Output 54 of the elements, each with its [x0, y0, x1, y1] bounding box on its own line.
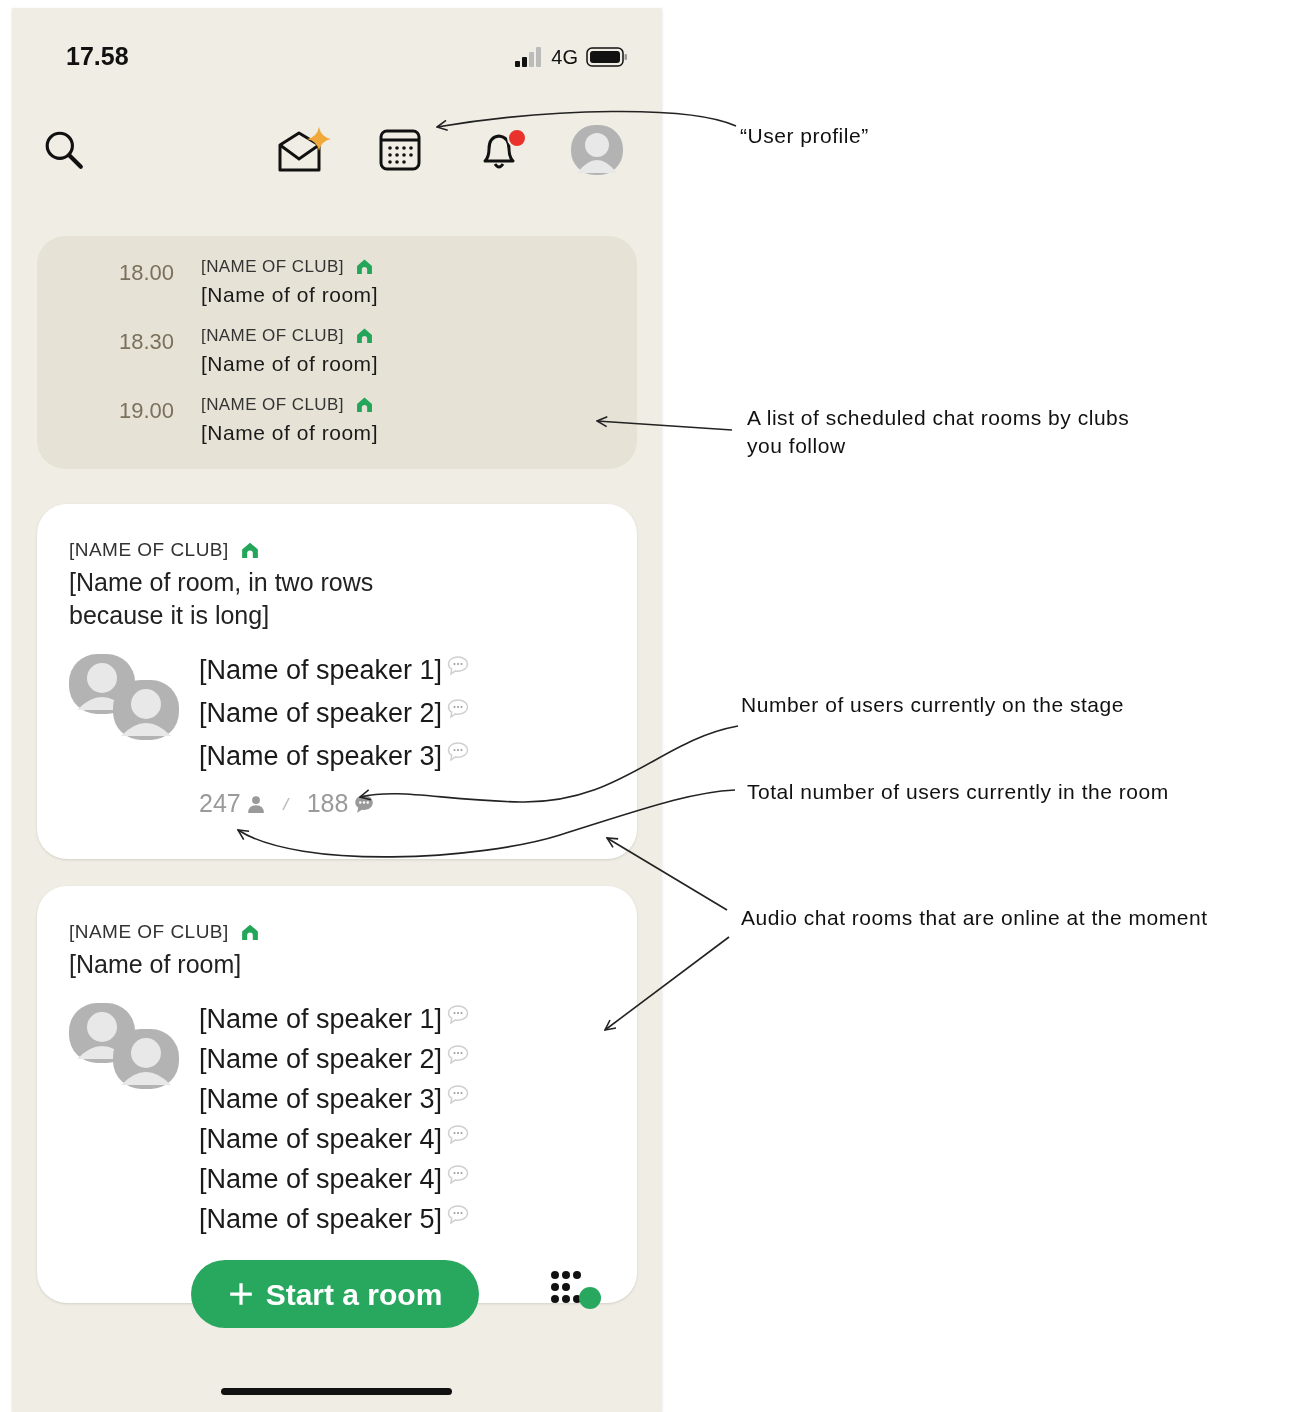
- house-icon: [355, 257, 373, 275]
- speaker-name: [Name of speaker 3]: [199, 740, 443, 772]
- speaker-name: [Name of speaker 4]: [199, 1163, 443, 1195]
- plus-icon: [227, 1281, 254, 1307]
- battery-icon: [586, 46, 628, 67]
- house-icon: [240, 922, 259, 941]
- signal-icon: [515, 46, 544, 67]
- club-name: [NAME OF CLUB]: [201, 255, 344, 278]
- room-card[interactable]: [NAME OF CLUB] [Name of room, in two rows because it is long] [Name of speaker 1] [Name of speaker 2] [Name of speaker 3] 247 188: [37, 503, 637, 859]
- scheduled-time: 19.00: [119, 396, 176, 425]
- speaker-name: [Name of speaker 3]: [199, 1083, 443, 1115]
- chat-icon: [354, 793, 375, 814]
- house-icon: [355, 326, 373, 344]
- chat-bubble-icon: [446, 1203, 471, 1227]
- listener-count: 247: [199, 788, 241, 819]
- annotation-text: Audio chat rooms that are online at the moment: [741, 905, 1208, 931]
- chat-bubble-icon: [446, 740, 471, 764]
- chat-bubble-icon: [446, 654, 471, 678]
- speaker-count: 188: [306, 788, 349, 819]
- chat-bubble-icon: [446, 1083, 471, 1107]
- chat-bubble-icon: [446, 1123, 471, 1147]
- room-name: [Name of of room]: [201, 420, 378, 446]
- club-name: [NAME OF CLUB]: [201, 393, 344, 416]
- annotation-text: Total number of users currently in the room: [747, 779, 1169, 805]
- calendar-icon[interactable]: [379, 128, 421, 171]
- chat-bubble-icon: [446, 697, 471, 721]
- club-name: [NAME OF CLUB]: [201, 324, 344, 347]
- room-name: [Name of of room]: [201, 351, 378, 377]
- chat-bubble-icon: [446, 1163, 471, 1187]
- scheduled-time: 18.30: [119, 327, 176, 356]
- house-icon: [240, 540, 259, 559]
- speaker-name: [Name of speaker 2]: [199, 697, 443, 729]
- grid-dots-icon[interactable]: [550, 1270, 602, 1310]
- chat-bubble-icon: [446, 1003, 471, 1027]
- slash-icon: [280, 795, 291, 812]
- room-title: [Name of room]: [69, 949, 243, 980]
- network-label: 4G: [551, 44, 578, 70]
- person-icon: [246, 794, 265, 813]
- room-name: [Name of of room]: [201, 282, 378, 308]
- annotation-text: Number of users currently on the stage: [741, 692, 1124, 718]
- speaker-name: [Name of speaker 4]: [199, 1123, 443, 1155]
- annotation-text: A list of scheduled chat rooms by clubs you follow: [747, 405, 1131, 459]
- club-name: [NAME OF CLUB]: [69, 919, 229, 944]
- room-title: [Name of room, in two rows because it is long]: [69, 567, 375, 631]
- speaker-name: [Name of speaker 1]: [199, 654, 443, 686]
- house-icon: [355, 395, 373, 413]
- club-name: [NAME OF CLUB]: [69, 537, 229, 562]
- speaker-name: [Name of speaker 2]: [199, 1043, 443, 1075]
- status-time: 17.58: [66, 41, 129, 72]
- speaker-name: [Name of speaker 1]: [199, 1003, 443, 1035]
- annotation-text: “User profile”: [740, 123, 869, 149]
- scheduled-time: 18.00: [119, 258, 176, 287]
- speaker-name: [Name of speaker 5]: [199, 1203, 443, 1235]
- chat-bubble-icon: [446, 1043, 471, 1067]
